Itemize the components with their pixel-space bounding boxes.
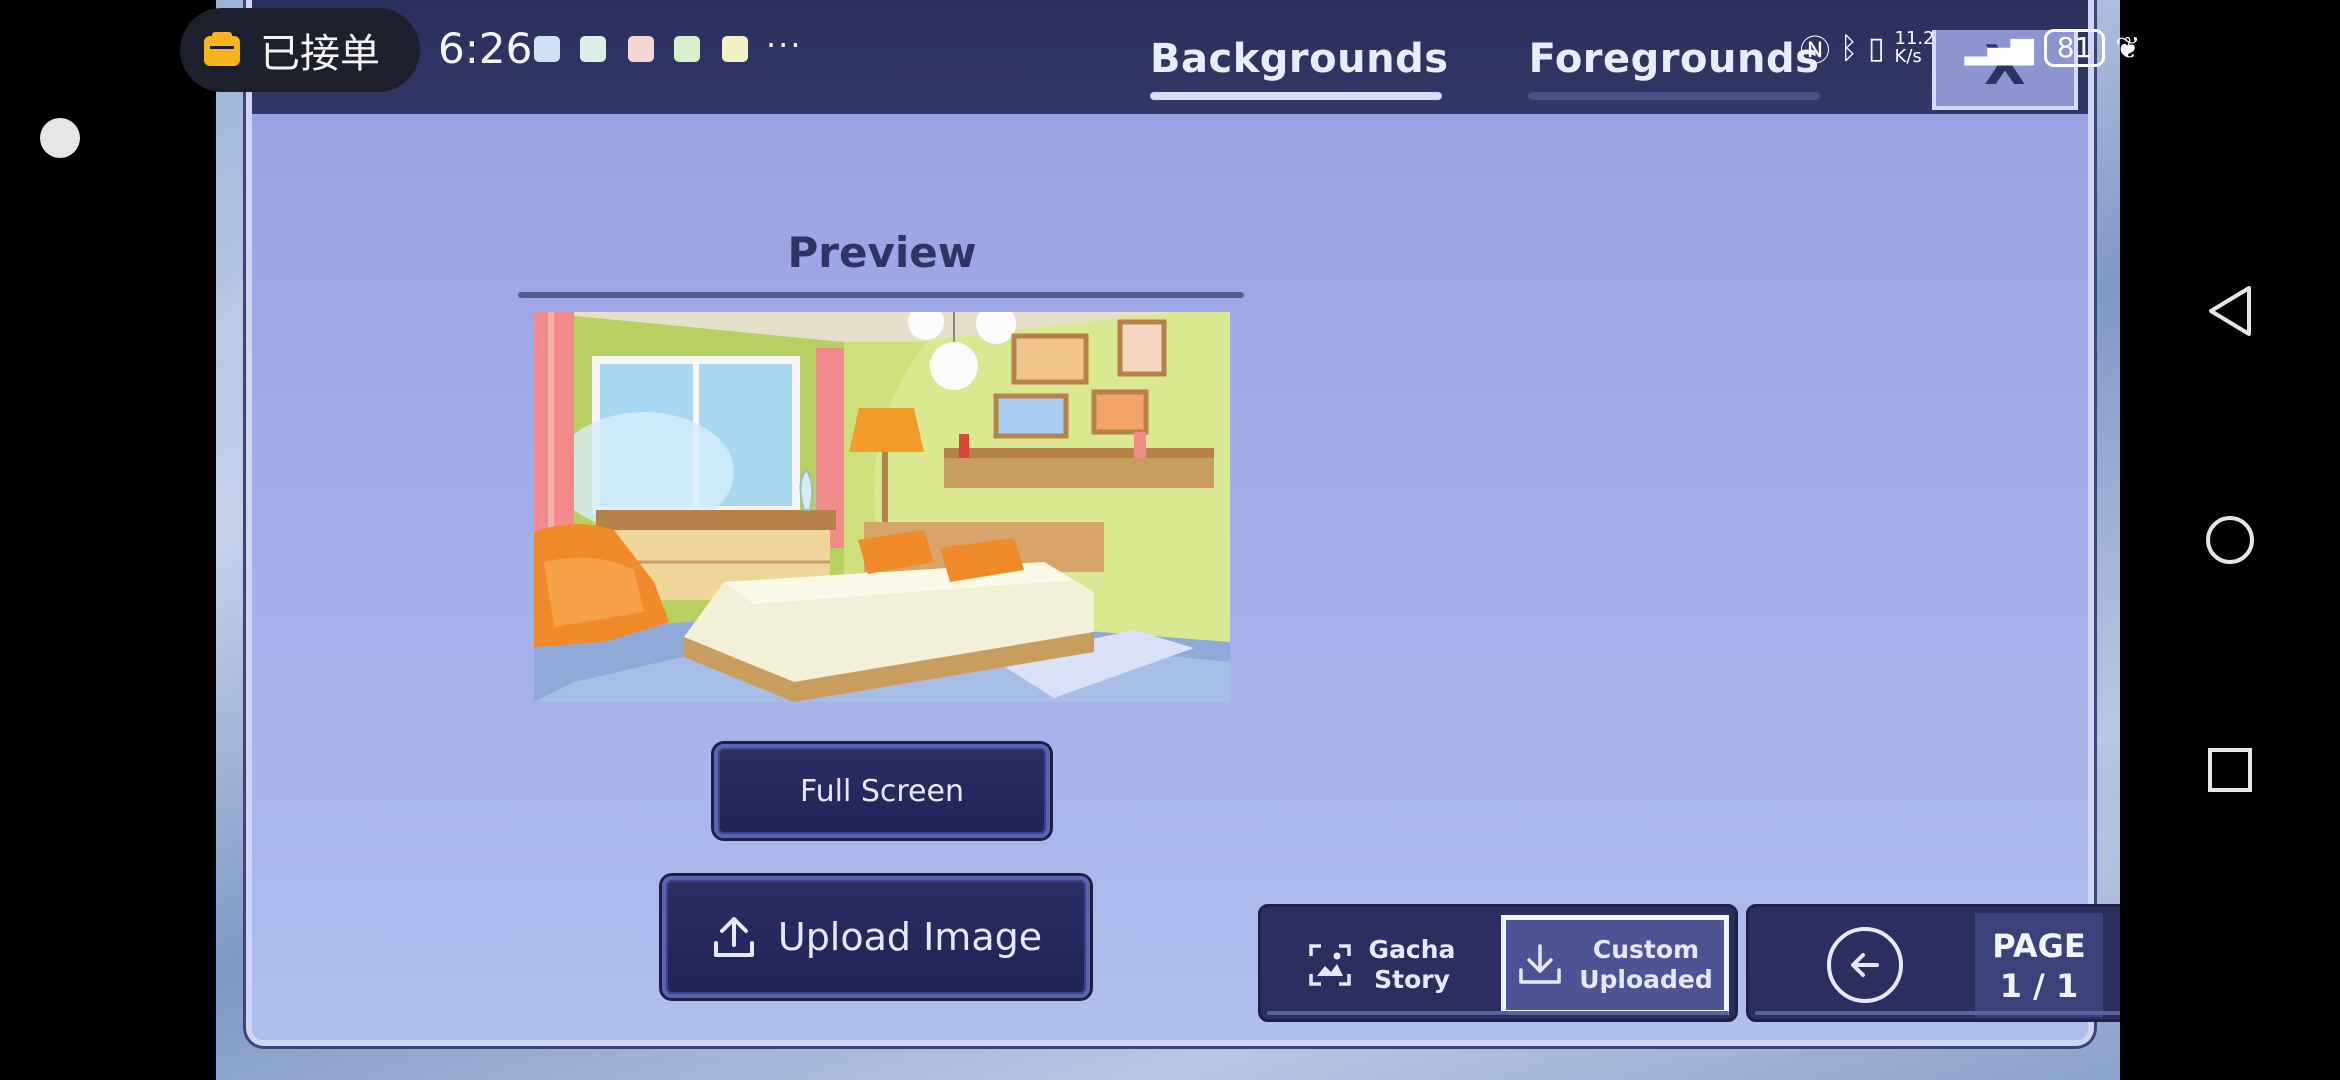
notification-app-icon [628,36,654,62]
bedroom-illustration-icon [534,312,1230,702]
status-pill-text: 已接单 [260,31,380,77]
page-number: 1 / 1 [1999,967,2079,1005]
page-label: PAGE [1992,927,2086,965]
arrow-left-icon [1851,953,1879,977]
more-notifications-icon: ··· [766,26,803,64]
recents-icon[interactable] [2206,746,2254,794]
nfc-icon: Ⓝ [1800,34,1830,69]
previous-page-button[interactable] [1827,927,1903,1003]
bluetooth-icon: ᛒ [1840,30,1858,66]
page-indicator: PAGE 1 / 1 [1975,913,2103,1017]
game-viewport: Backgrounds Foregrounds X Preview Full S… [216,0,2120,1080]
upload-icon [713,917,754,957]
back-icon[interactable] [2205,284,2255,338]
upload-image-label: Upload Image [777,915,1043,959]
notification-app-icon [674,36,700,62]
tab-inactive-underline [1528,92,1820,100]
tab-backgrounds-label: Backgrounds [1150,36,1449,82]
gallery-icon [1308,944,1351,986]
pagination-group: PAGE 1 / 1 [1746,904,2120,1022]
full-screen-label: Full Screen [800,773,964,809]
custom-label-line2: Uploaded [1579,965,1713,994]
home-icon[interactable] [2204,514,2256,566]
source-custom-uploaded-button[interactable]: Custom Uploaded [1501,915,1729,1015]
tab-foregrounds-label: Foregrounds [1528,36,1820,82]
source-filter-group: Gacha Story Custom Uploaded [1258,904,1738,1022]
vibrate-icon: ▯ [1868,30,1885,66]
tab-foregrounds[interactable]: Foregrounds [1528,36,1820,100]
battery-indicator: 81 [2043,29,2106,67]
background-picker-panel: Backgrounds Foregrounds X Preview Full S… [246,0,2120,1046]
upload-image-button[interactable]: Upload Image [662,876,1090,998]
status-time: 6:26 [438,24,533,73]
status-notification-pill[interactable]: 已接单 [180,8,420,92]
pagination-group-underline [1755,1011,2120,1015]
android-navigation-bar [2120,0,2340,1080]
download-icon [1519,944,1561,984]
source-gacha-story-button[interactable]: Gacha Story [1267,915,1495,1015]
network-speed: 11.2 K/s [1894,28,1935,67]
tab-active-underline [1150,92,1442,100]
gacha-label-line1: Gacha [1368,935,1456,964]
notification-app-icon [722,36,748,62]
delivery-app-icon [204,32,240,66]
tab-backgrounds[interactable]: Backgrounds [1150,36,1448,100]
background-preview-image [534,312,1230,702]
notification-app-icon [580,36,606,62]
preview-divider [518,292,1244,298]
source-group-underline [1267,1011,1729,1015]
gacha-label-line2: Story [1374,965,1450,994]
status-right-icons: Ⓝ ᛒ ▯ 11.2 K/s ▂▄▆ 81 ❦ [1800,26,2141,70]
floating-assist-dot[interactable] [40,118,80,158]
preview-title: Preview [787,228,977,277]
full-screen-button[interactable]: Full Screen [714,744,1050,838]
notification-app-icon [534,36,560,62]
signal-icon: ▂▄▆ [1964,30,2034,66]
custom-label-line1: Custom [1592,935,1700,964]
